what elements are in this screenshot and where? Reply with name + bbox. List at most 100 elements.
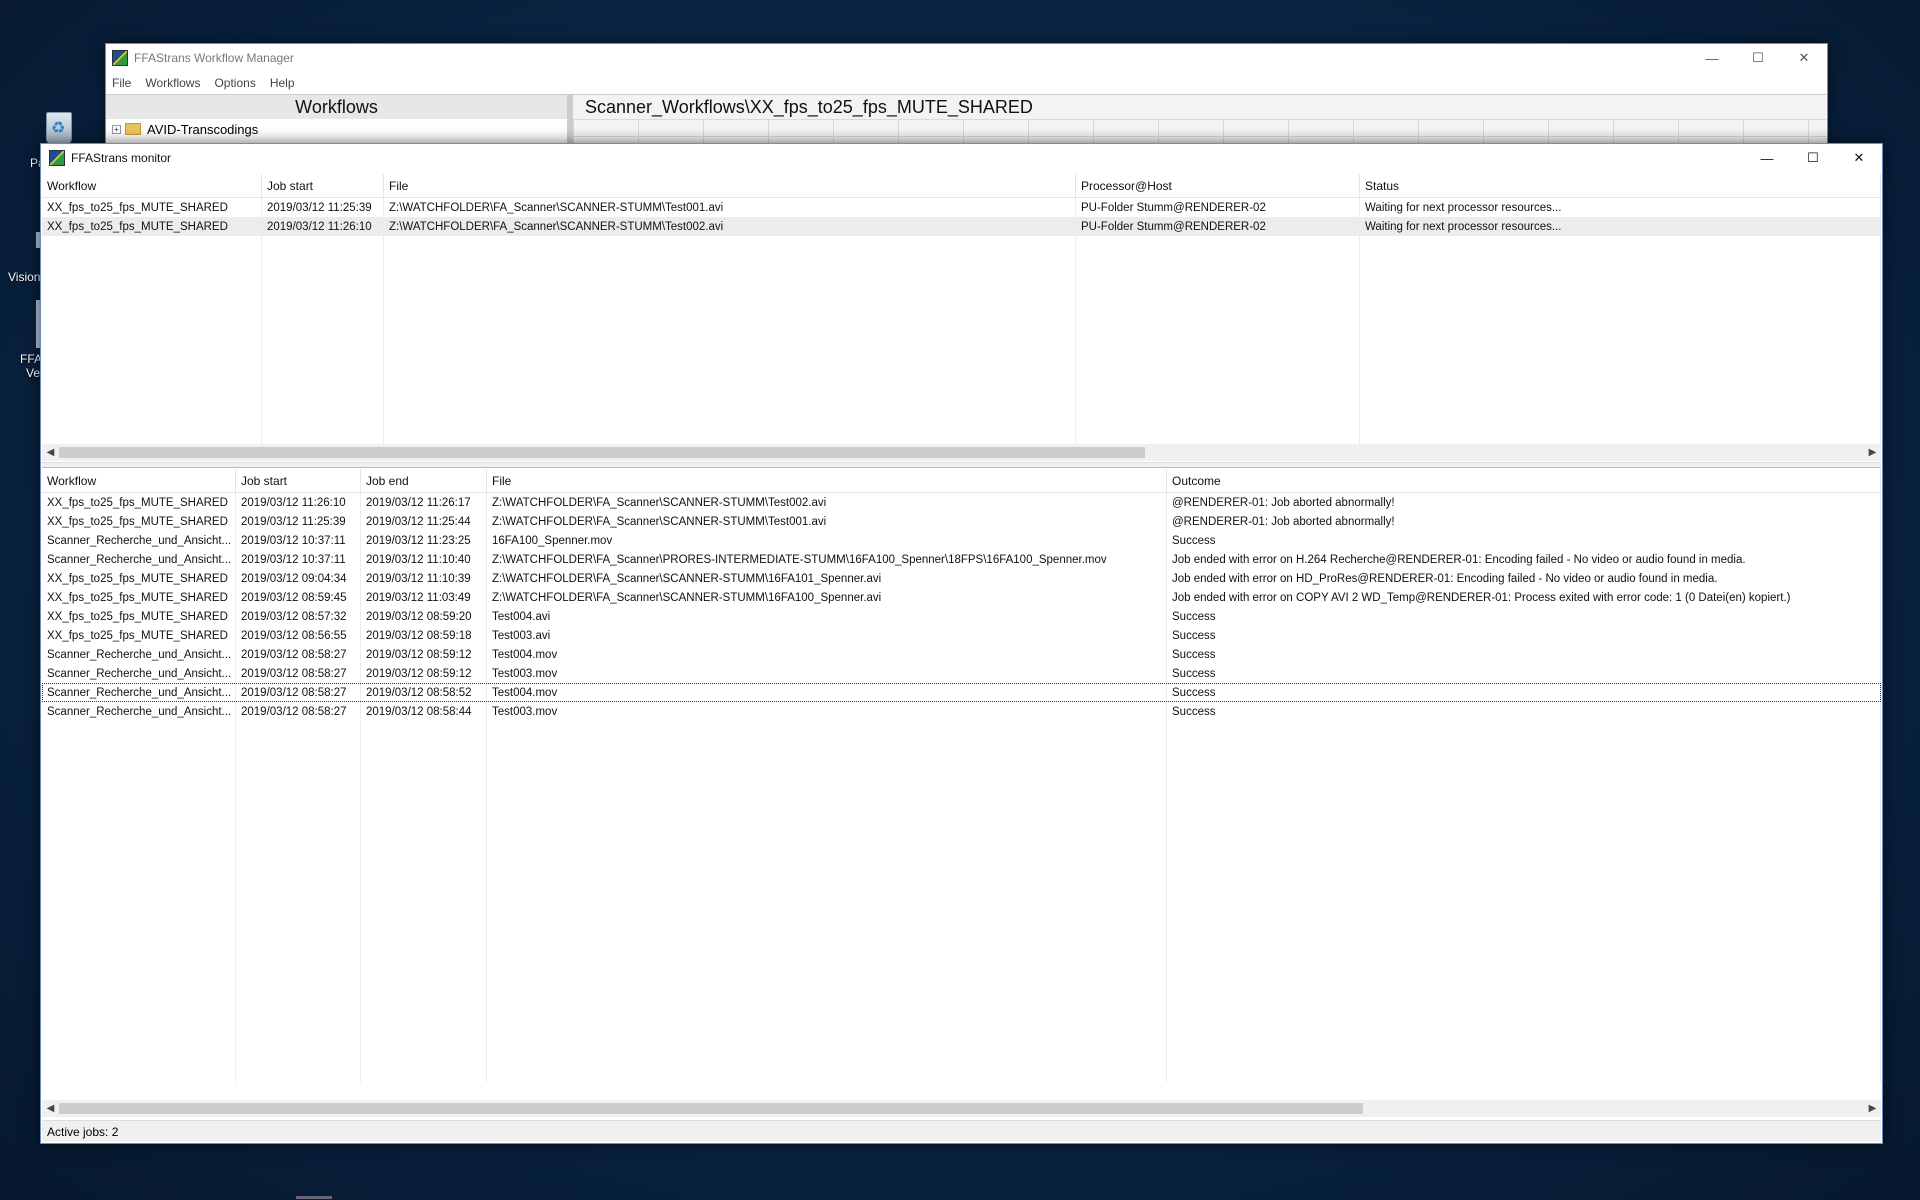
column-header[interactable]: Workflow: [42, 469, 236, 492]
empty-row: [42, 1006, 1881, 1025]
table-cell: 2019/03/12 08:59:12: [361, 645, 487, 664]
column-header[interactable]: Outcome: [1167, 469, 1881, 492]
table-row[interactable]: XX_fps_to25_fps_MUTE_SHARED 2019/03/12 11…: [42, 493, 1881, 512]
menu-options[interactable]: Options: [214, 76, 255, 90]
scroll-left-icon[interactable]: ◀: [42, 444, 59, 461]
table-row[interactable]: XX_fps_to25_fps_MUTE_SHARED 2019/03/12 08…: [42, 607, 1881, 626]
column-header[interactable]: File: [487, 469, 1167, 492]
table-cell: [236, 778, 361, 797]
table-row[interactable]: Scanner_Recherche_und_Ansicht... 2019/03/…: [42, 683, 1881, 702]
table-cell: @RENDERER-01: Job aborted abnormally!: [1167, 493, 1881, 512]
tree-item-avid-transcodings[interactable]: + AVID-Transcodings: [106, 119, 567, 139]
table-cell: XX_fps_to25_fps_MUTE_SHARED: [42, 493, 236, 512]
close-icon[interactable]: ✕: [1781, 44, 1827, 72]
empty-row: [42, 911, 1881, 930]
table-cell: 2019/03/12 11:25:39: [262, 198, 384, 217]
table-cell: [42, 426, 262, 444]
table-cell: 2019/03/12 08:56:55: [236, 626, 361, 645]
table-cell: [1167, 797, 1881, 816]
table-cell: Job ended with error on HD_ProRes@RENDER…: [1167, 569, 1881, 588]
recycle-bin-icon[interactable]: [40, 106, 78, 146]
table-row[interactable]: Scanner_Recherche_und_Ansicht... 2019/03/…: [42, 664, 1881, 683]
table-row[interactable]: XX_fps_to25_fps_MUTE_SHARED 2019/03/12 11…: [42, 217, 1881, 236]
active-jobs-scrollbar[interactable]: ◀ ▶: [42, 444, 1881, 461]
column-header[interactable]: Job end: [361, 469, 487, 492]
column-header[interactable]: Job start: [236, 469, 361, 492]
table-cell: [1076, 350, 1360, 369]
table-cell: [1167, 740, 1881, 759]
column-header[interactable]: Workflow: [42, 174, 262, 197]
table-row[interactable]: Scanner_Recherche_und_Ansicht... 2019/03/…: [42, 645, 1881, 664]
column-header[interactable]: Status: [1360, 174, 1881, 197]
monitor-title-bar[interactable]: FFAStrans monitor — ☐ ✕: [41, 144, 1882, 172]
table-cell: [236, 835, 361, 854]
table-cell: 2019/03/12 08:59:20: [361, 607, 487, 626]
table-cell: [236, 892, 361, 911]
maximize-icon[interactable]: ☐: [1790, 144, 1836, 172]
active-jobs-header: Workflow Job start File Processor@Host Statu…: [42, 174, 1881, 198]
table-cell: [42, 797, 236, 816]
table-cell: [262, 312, 384, 331]
column-header[interactable]: Job start: [262, 174, 384, 197]
table-cell: 16FA100_Spenner.mov: [487, 531, 1167, 550]
table-cell: [42, 968, 236, 987]
table-cell: [487, 854, 1167, 873]
table-cell: [361, 740, 487, 759]
expand-icon[interactable]: +: [112, 124, 121, 134]
job-history-scrollbar[interactable]: ◀ ▶: [42, 1100, 1881, 1117]
table-cell: [42, 835, 236, 854]
table-cell: [384, 274, 1076, 293]
minimize-icon[interactable]: —: [1744, 144, 1790, 172]
menu-help[interactable]: Help: [270, 76, 295, 90]
table-row[interactable]: XX_fps_to25_fps_MUTE_SHARED 2019/03/12 11…: [42, 198, 1881, 217]
table-cell: [42, 1006, 236, 1025]
table-cell: PU-Folder Stumm@RENDERER-02: [1076, 217, 1360, 236]
table-cell: [262, 274, 384, 293]
minimize-icon[interactable]: —: [1689, 44, 1735, 72]
maximize-icon[interactable]: ☐: [1735, 44, 1781, 72]
table-row[interactable]: Scanner_Recherche_und_Ansicht... 2019/03/…: [42, 550, 1881, 569]
scroll-right-icon[interactable]: ▶: [1864, 444, 1881, 461]
table-cell: [236, 1063, 361, 1082]
table-cell: [361, 797, 487, 816]
job-history-list[interactable]: Workflow Job start Job end File Outcome XX_f…: [42, 469, 1881, 1095]
table-row[interactable]: XX_fps_to25_fps_MUTE_SHARED 2019/03/12 09…: [42, 569, 1881, 588]
empty-row: [42, 312, 1881, 331]
table-row[interactable]: XX_fps_to25_fps_MUTE_SHARED 2019/03/12 08…: [42, 588, 1881, 607]
table-cell: 2019/03/12 11:10:40: [361, 550, 487, 569]
menu-file[interactable]: File: [112, 76, 131, 90]
scroll-thumb[interactable]: [59, 447, 1145, 458]
scroll-right-icon[interactable]: ▶: [1864, 1100, 1881, 1117]
table-cell: [487, 987, 1167, 1006]
table-cell: XX_fps_to25_fps_MUTE_SHARED: [42, 217, 262, 236]
close-icon[interactable]: ✕: [1836, 144, 1882, 172]
table-cell: [42, 236, 262, 255]
table-row[interactable]: Scanner_Recherche_und_Ansicht... 2019/03/…: [42, 531, 1881, 550]
active-jobs-count: Active jobs: 2: [47, 1124, 119, 1139]
table-cell: Scanner_Recherche_und_Ansicht...: [42, 550, 236, 569]
table-cell: [487, 1044, 1167, 1063]
table-row[interactable]: Scanner_Recherche_und_Ansicht... 2019/03/…: [42, 702, 1881, 721]
column-header[interactable]: Processor@Host: [1076, 174, 1360, 197]
table-row[interactable]: XX_fps_to25_fps_MUTE_SHARED 2019/03/12 08…: [42, 626, 1881, 645]
table-cell: [487, 778, 1167, 797]
scroll-thumb[interactable]: [59, 1103, 1363, 1114]
table-row[interactable]: XX_fps_to25_fps_MUTE_SHARED 2019/03/12 11…: [42, 512, 1881, 531]
table-cell: [42, 1044, 236, 1063]
active-jobs-list[interactable]: Workflow Job start File Processor@Host Statu…: [42, 174, 1881, 444]
manager-title-bar[interactable]: FFAStrans Workflow Manager — ☐ ✕: [106, 44, 1827, 72]
table-cell: 2019/03/12 08:58:27: [236, 645, 361, 664]
table-cell: Z:\WATCHFOLDER\FA_Scanner\SCANNER-STUMM\…: [487, 588, 1167, 607]
table-cell: [1167, 854, 1881, 873]
column-header[interactable]: File: [384, 174, 1076, 197]
scroll-left-icon[interactable]: ◀: [42, 1100, 59, 1117]
table-cell: PU-Folder Stumm@RENDERER-02: [1076, 198, 1360, 217]
table-cell: [42, 911, 236, 930]
table-cell: Job ended with error on COPY AVI 2 WD_Te…: [1167, 588, 1881, 607]
pane-splitter[interactable]: [42, 462, 1881, 468]
menu-workflows[interactable]: Workflows: [145, 76, 200, 90]
table-cell: 2019/03/12 08:58:27: [236, 702, 361, 721]
table-cell: Z:\WATCHFOLDER\FA_Scanner\SCANNER-STUMM\…: [487, 569, 1167, 588]
table-cell: 2019/03/12 08:58:27: [236, 683, 361, 702]
table-cell: [262, 369, 384, 388]
